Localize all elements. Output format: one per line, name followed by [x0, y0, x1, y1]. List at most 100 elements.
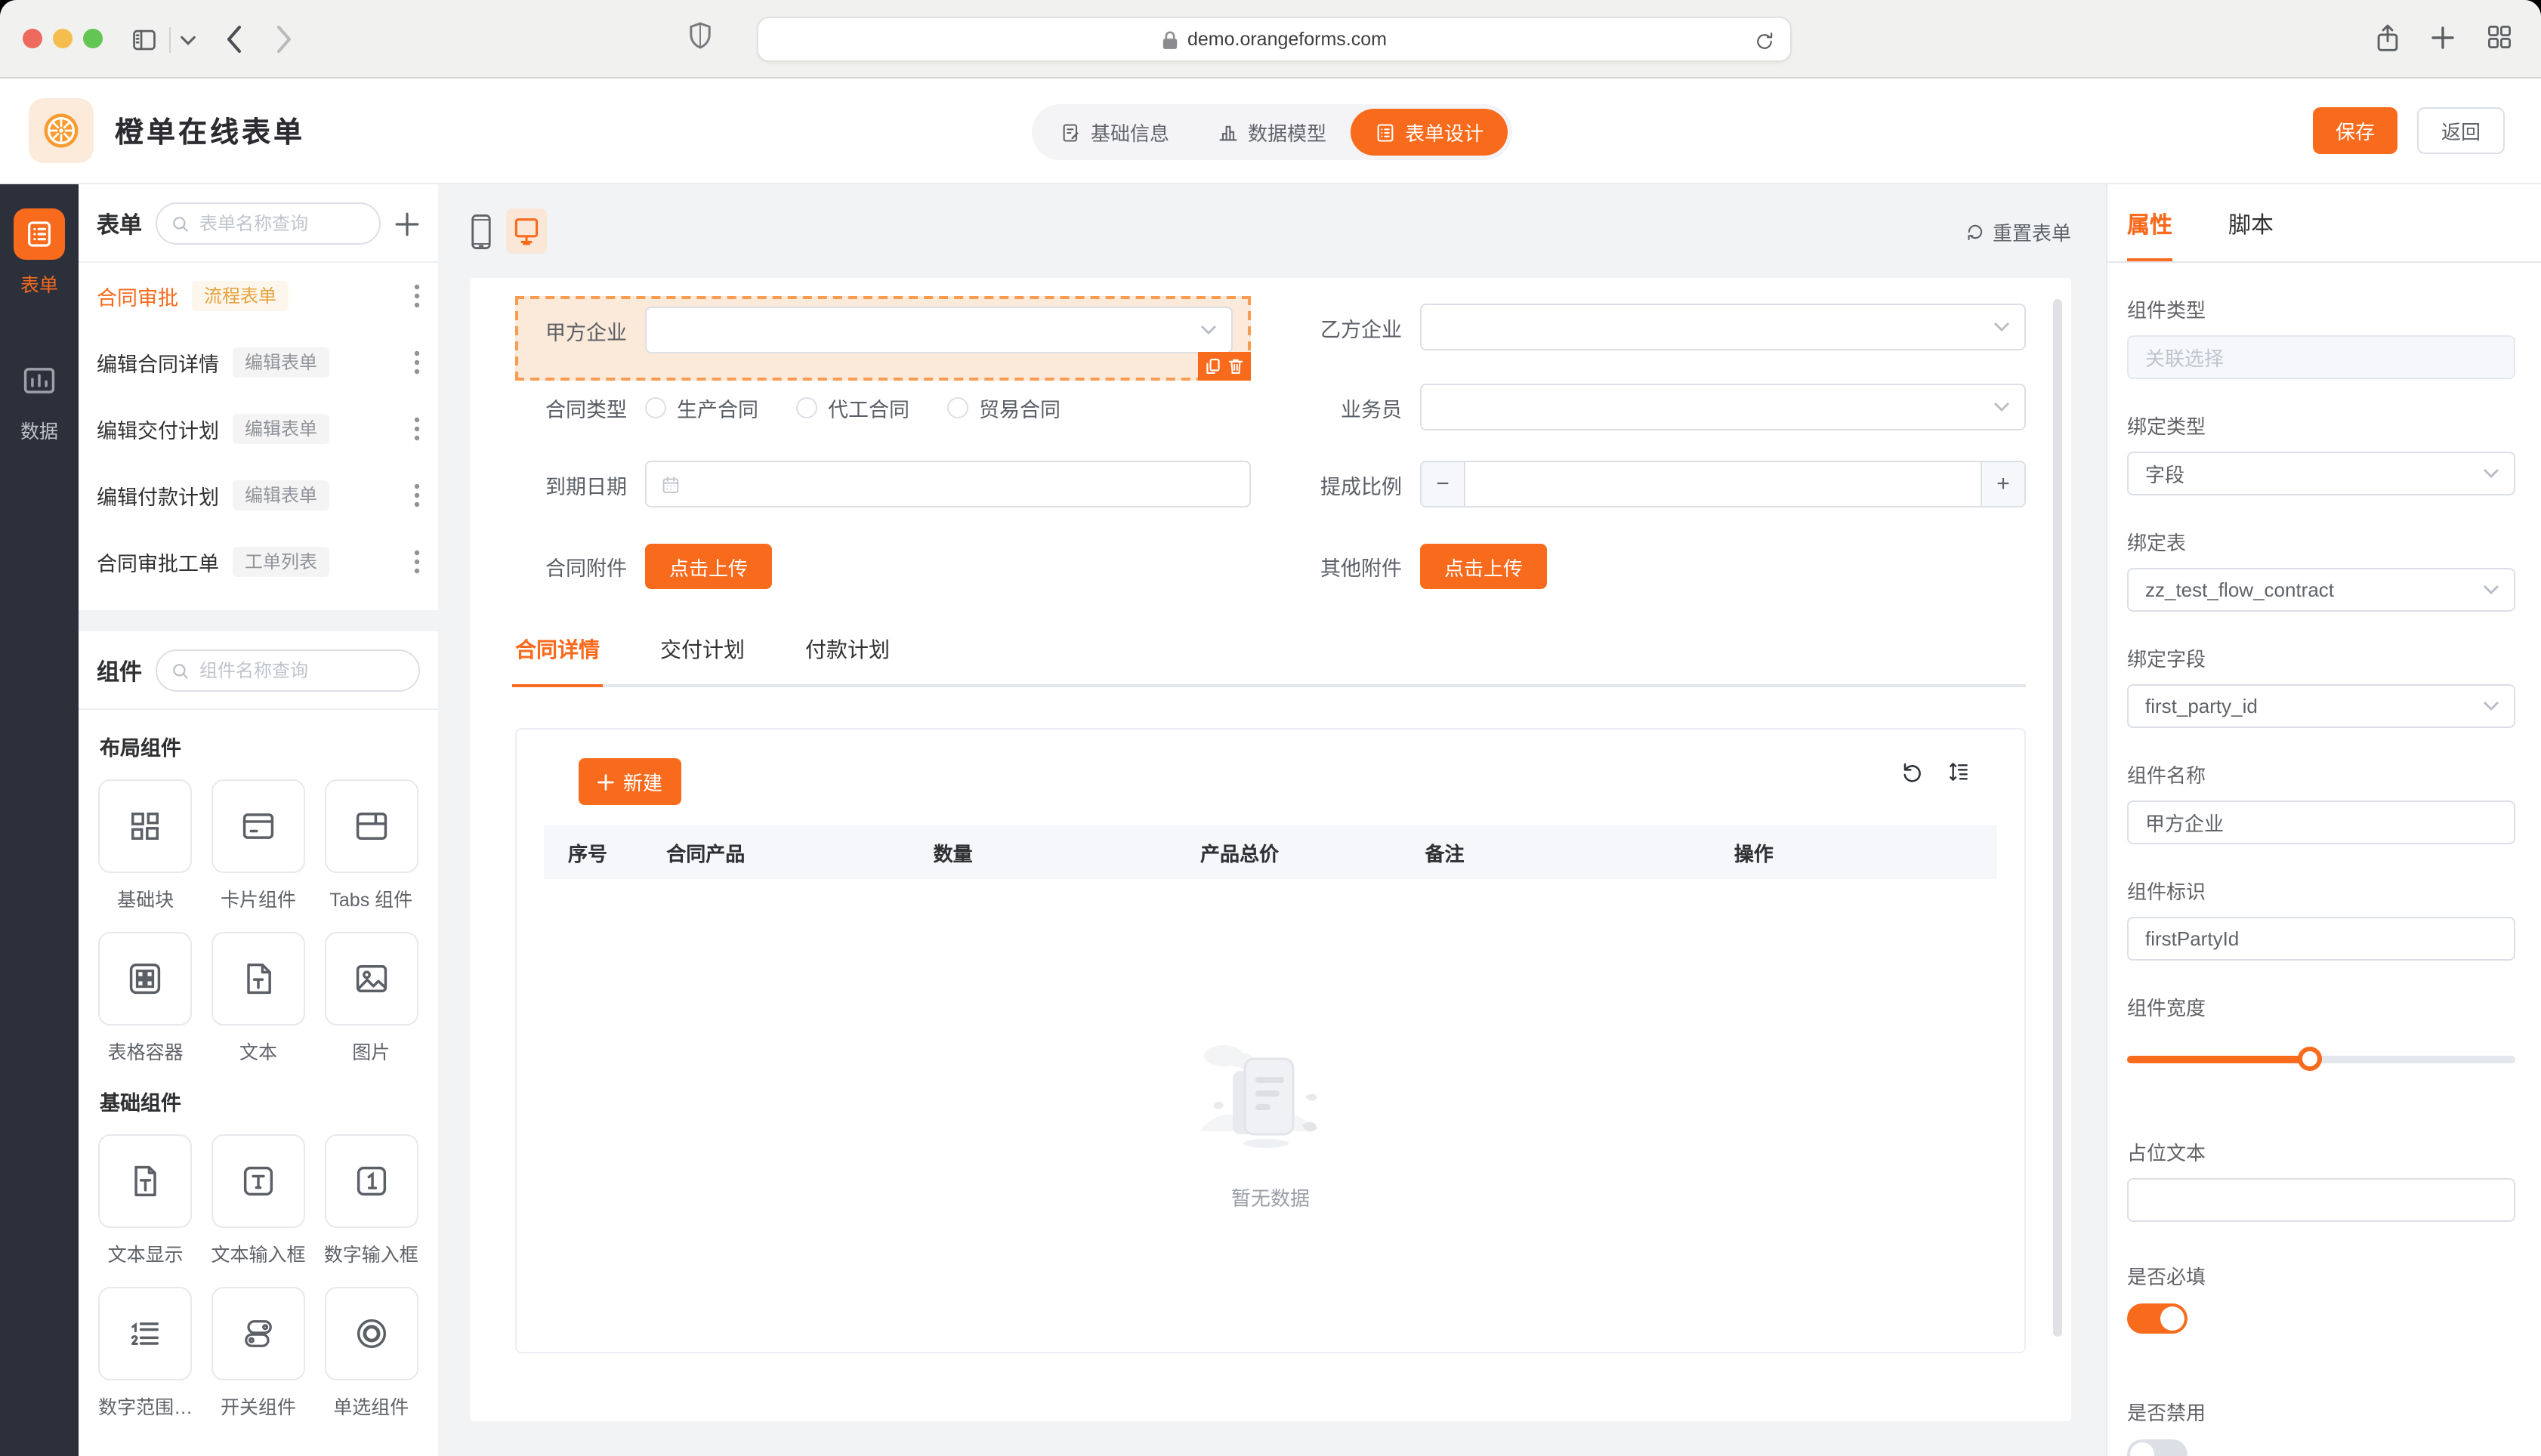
radio-trade-contract[interactable]: 贸易合同	[947, 392, 1061, 422]
component-search-input[interactable]	[157, 660, 418, 681]
more-actions-icon[interactable]	[414, 483, 420, 507]
bind-type-select[interactable]: 字段	[2127, 452, 2515, 495]
component-name-input[interactable]: 甲方企业	[2127, 800, 2515, 844]
radio-icon	[357, 1319, 386, 1349]
new-tab-icon[interactable]	[2431, 26, 2455, 50]
copy-widget-icon[interactable]	[1206, 358, 1221, 375]
tab-basic-info[interactable]: 基础信息	[1036, 109, 1193, 156]
zoom-window-button[interactable]	[83, 29, 103, 48]
close-window-button[interactable]	[23, 29, 42, 48]
form-design-canvas[interactable]: 甲方企业 乙方企业 合同类型 生产合同 代工合同 贸易合同 业务员 到期日期 提…	[470, 278, 2071, 1421]
first-party-select[interactable]	[645, 307, 1233, 353]
placeholder-label: 占位文本	[2127, 1142, 2206, 1164]
component-number-input[interactable]: 数字输入框	[323, 1134, 420, 1267]
form-search-box[interactable]	[156, 202, 381, 245]
app-header: 橙单在线表单 基础信息 数据模型 表单设计 保存 返回	[0, 79, 2541, 184]
component-card[interactable]: 卡片组件	[209, 779, 307, 912]
field-label: 甲方企业	[545, 321, 627, 344]
component-image[interactable]: 图片	[323, 932, 420, 1065]
component-text-display[interactable]: 文本显示	[97, 1134, 194, 1267]
new-row-button[interactable]: 新建	[579, 758, 681, 805]
form-list-item[interactable]: 合同审批工单 工单列表	[97, 529, 420, 595]
mobile-preview-icon[interactable]	[470, 212, 492, 250]
component-type-input: 关联选择	[2127, 335, 2515, 379]
contract-upload-button[interactable]: 点击上传	[645, 544, 773, 589]
form-list-item[interactable]: 合同审批 流程表单	[97, 263, 420, 329]
empty-text: 暂无数据	[1230, 1187, 1310, 1210]
radio-production-contract[interactable]: 生产合同	[645, 392, 758, 422]
component-radio[interactable]: 单选组件	[323, 1287, 420, 1420]
form-list-item[interactable]: 编辑付款计划 编辑表单	[97, 462, 420, 529]
forward-button[interactable]	[275, 23, 295, 56]
module-rail: 表单 数据	[0, 184, 79, 1456]
canvas-scrollbar[interactable]	[2053, 299, 2062, 1337]
salesman-select[interactable]	[1420, 384, 2026, 430]
add-form-icon[interactable]	[394, 211, 420, 236]
tab-script[interactable]: 脚本	[2228, 184, 2274, 263]
tab-overview-icon[interactable]	[2487, 24, 2512, 50]
bind-table-select[interactable]: zz_test_flow_contract	[2127, 568, 2515, 612]
reset-form-button[interactable]: 重置表单	[1965, 217, 2071, 245]
privacy-shield-icon[interactable]	[689, 21, 712, 50]
form-search-input[interactable]	[157, 213, 379, 234]
component-width-slider[interactable]	[2127, 1047, 2515, 1071]
form-icon	[1377, 123, 1394, 141]
increment-button[interactable]: +	[1981, 462, 2024, 506]
tab-delivery-plan[interactable]: 交付计划	[660, 634, 745, 665]
more-actions-icon[interactable]	[414, 284, 420, 308]
placeholder-input[interactable]	[2127, 1178, 2515, 1222]
save-button[interactable]: 保存	[2312, 107, 2397, 154]
delete-widget-icon[interactable]	[1228, 358, 1243, 375]
component-basic-block[interactable]: 基础块	[97, 779, 194, 912]
form-list-item[interactable]: 编辑交付计划 编辑表单	[97, 396, 420, 462]
left-panel: 表单 合同审批 流程表单 编辑合同详情 编辑表单	[79, 184, 438, 1456]
minimize-window-button[interactable]	[53, 29, 73, 48]
back-button-app[interactable]: 返回	[2416, 107, 2505, 154]
components-panel-title: 组件	[97, 659, 143, 685]
due-date-input[interactable]	[645, 461, 1251, 507]
column-header: 操作	[1734, 842, 1774, 865]
tab-contract-detail[interactable]: 合同详情	[512, 634, 603, 687]
second-party-select[interactable]	[1420, 304, 2026, 350]
reload-icon[interactable]	[1754, 30, 1775, 53]
form-list-item[interactable]: 编辑合同详情 编辑表单	[97, 329, 420, 396]
commission-input[interactable]	[1465, 462, 1981, 506]
bind-field-select[interactable]: first_party_id	[2127, 684, 2515, 728]
more-actions-icon[interactable]	[414, 550, 420, 574]
other-upload-button[interactable]: 点击上传	[1420, 544, 1548, 589]
desktop-preview-toggle[interactable]	[506, 208, 547, 254]
rail-item-forms[interactable]: 表单	[14, 208, 65, 298]
component-width-handle[interactable]	[2297, 1047, 2322, 1071]
decrement-button[interactable]: −	[1422, 462, 1465, 506]
share-icon[interactable]	[2375, 23, 2401, 54]
column-header: 合同产品	[666, 842, 746, 865]
more-actions-icon[interactable]	[414, 350, 420, 375]
row-height-icon[interactable]	[1944, 760, 1970, 784]
sidebar-toggle-icon[interactable]	[130, 26, 159, 54]
tab-attributes[interactable]: 属性	[2127, 184, 2173, 263]
component-search-box[interactable]	[156, 649, 420, 692]
tab-form-design[interactable]: 表单设计	[1351, 109, 1508, 156]
back-button[interactable]	[224, 23, 243, 56]
component-table-container[interactable]: 表格容器	[97, 932, 194, 1065]
component-switch[interactable]: 开关组件	[209, 1287, 307, 1420]
tab-data-model[interactable]: 数据模型	[1193, 109, 1351, 156]
commission-stepper[interactable]: − +	[1420, 461, 2026, 507]
required-toggle[interactable]	[2127, 1303, 2187, 1334]
component-tabs[interactable]: Tabs 组件	[323, 779, 420, 912]
radio-oem-contract[interactable]: 代工合同	[796, 392, 909, 422]
undo-icon[interactable]	[1900, 760, 1925, 784]
form-type-badge: 流程表单	[192, 281, 289, 311]
component-key-input[interactable]: firstPartyId	[2127, 917, 2515, 961]
address-bar[interactable]: demo.orangeforms.com	[757, 17, 1792, 62]
component-number-range[interactable]: 数字范围…	[97, 1287, 194, 1420]
more-actions-icon[interactable]	[414, 417, 420, 441]
component-text-input[interactable]: 文本输入框	[209, 1134, 307, 1267]
chevron-down-icon[interactable]	[180, 35, 196, 47]
selected-widget-first-party[interactable]: 甲方企业	[515, 296, 1251, 381]
tab-payment-plan[interactable]: 付款计划	[805, 634, 890, 665]
component-text[interactable]: 文本	[209, 932, 307, 1065]
disabled-toggle[interactable]	[2127, 1439, 2187, 1456]
rail-item-data[interactable]: 数据	[14, 355, 65, 444]
screen: demo.orangeforms.com 橙单在线表单 基础信息 数据模型 表单…	[0, 0, 2541, 1456]
